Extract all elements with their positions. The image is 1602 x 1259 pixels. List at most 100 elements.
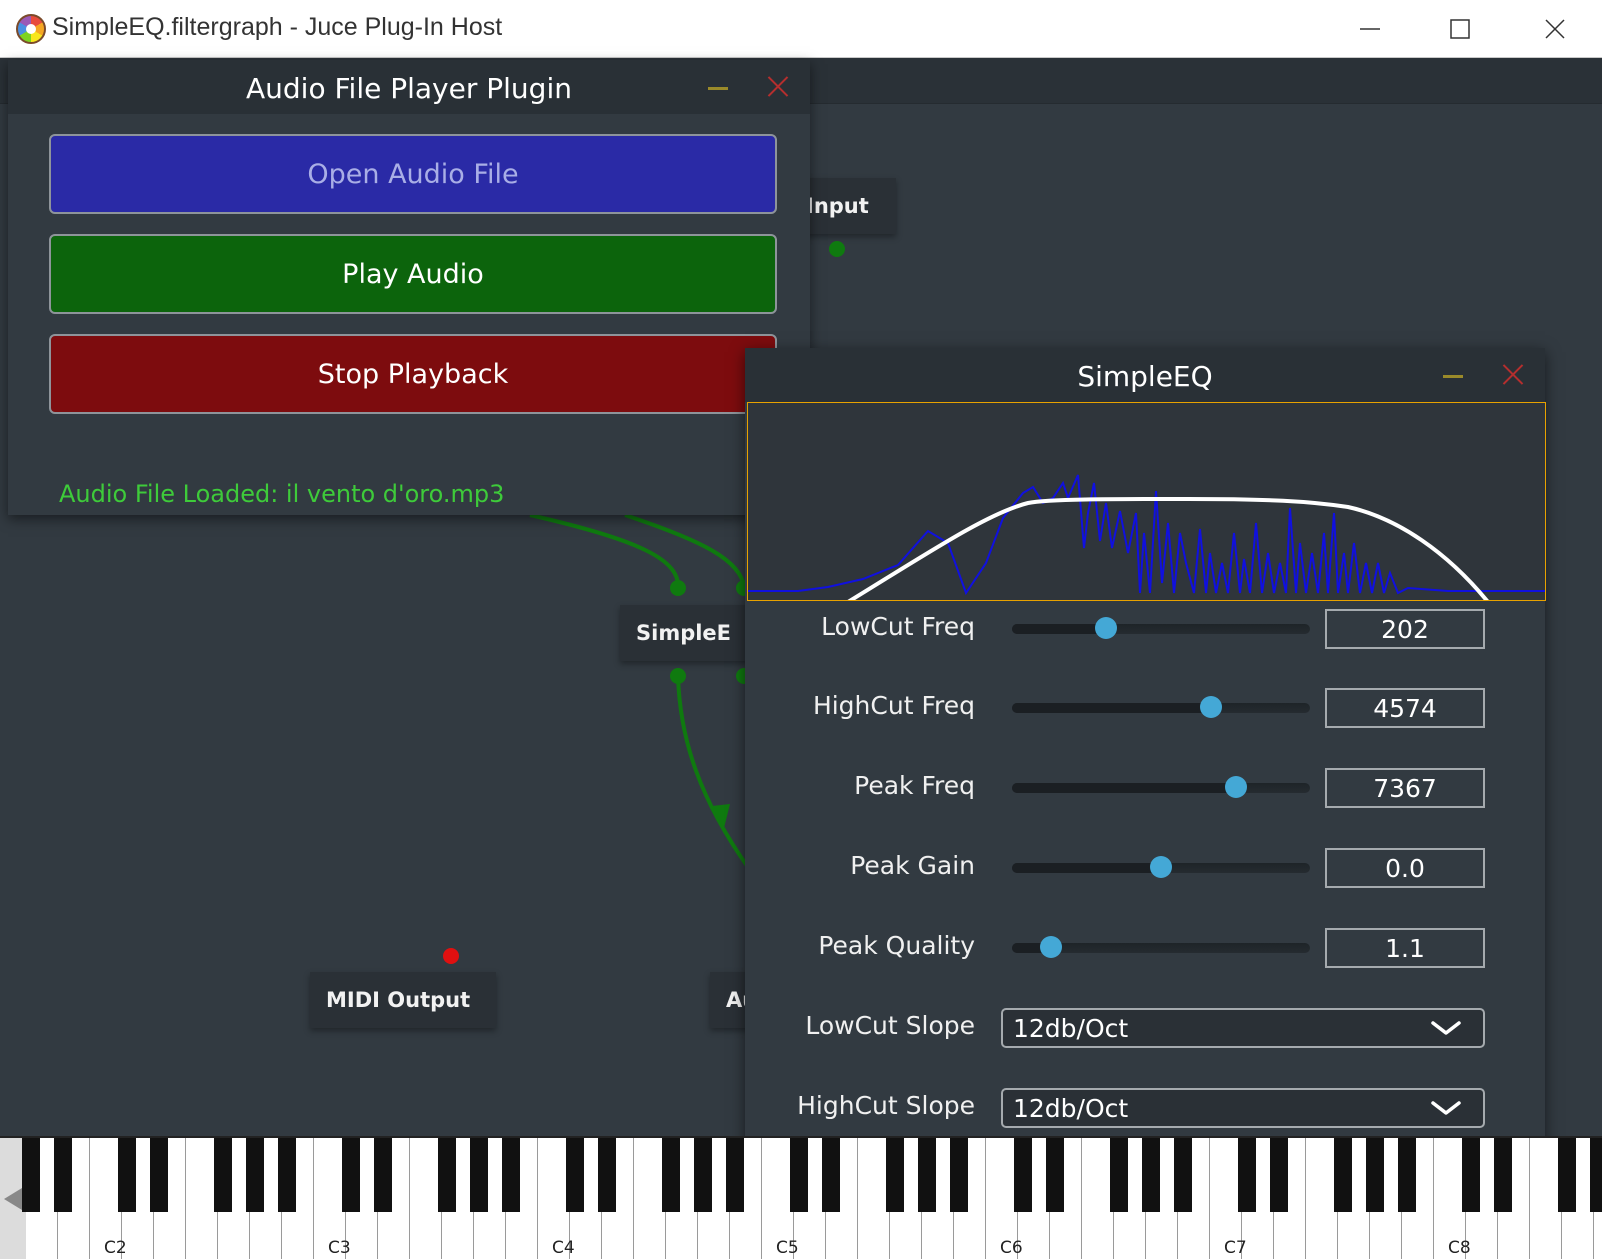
octave-label: C2 — [104, 1238, 127, 1258]
slider-peak-gain[interactable] — [1012, 856, 1310, 878]
piano-black-key[interactable] — [662, 1138, 680, 1212]
piano-black-key[interactable] — [790, 1138, 808, 1212]
slider-thumb[interactable] — [1039, 936, 1062, 958]
piano-black-key[interactable] — [1110, 1138, 1128, 1212]
piano-black-key[interactable] — [374, 1138, 392, 1212]
piano-black-key[interactable] — [150, 1138, 168, 1212]
audio-file-player-title: Audio File Player Plugin — [246, 72, 572, 105]
param-label-lowcut-slope: LowCut Slope — [805, 1011, 975, 1040]
piano-black-key[interactable] — [278, 1138, 296, 1212]
piano-black-key[interactable] — [822, 1138, 840, 1212]
simpleeq-node-label: SimpleE — [636, 621, 732, 645]
slider-fill — [1012, 703, 1211, 713]
piano-black-key[interactable] — [246, 1138, 264, 1212]
piano-black-key[interactable] — [470, 1138, 488, 1212]
param-label-lowcut-freq: LowCut Freq — [821, 612, 975, 641]
piano-black-key[interactable] — [214, 1138, 232, 1212]
piano-black-key[interactable] — [1366, 1138, 1384, 1212]
chevron-down-icon — [1431, 1101, 1461, 1115]
midi-output-pin[interactable] — [443, 948, 459, 964]
octave-label: C4 — [552, 1238, 575, 1258]
piano-black-key[interactable] — [1174, 1138, 1192, 1212]
piano-black-key[interactable] — [22, 1138, 40, 1212]
slider-thumb[interactable] — [1224, 776, 1247, 798]
octave-label: C7 — [1224, 1238, 1247, 1258]
piano-black-key[interactable] — [918, 1138, 936, 1212]
play-audio-button[interactable]: Play Audio — [49, 234, 777, 314]
eq-response-curve — [847, 496, 1489, 600]
audio-file-player-titlebar[interactable]: Audio File Player Plugin — [8, 60, 810, 114]
slider-peak-freq[interactable] — [1012, 776, 1310, 798]
slider-lowcut-freq[interactable] — [1012, 617, 1310, 639]
piano-black-key[interactable] — [886, 1138, 904, 1212]
midi-output-node-label: MIDI Output — [326, 988, 471, 1012]
value-box-lowcut-freq[interactable]: 202 — [1325, 609, 1485, 649]
scroll-left-icon — [4, 1188, 22, 1210]
piano-black-key[interactable] — [694, 1138, 712, 1212]
slider-peak-quality[interactable] — [1012, 936, 1310, 958]
param-label-peak-gain: Peak Gain — [850, 851, 975, 880]
piano-black-key[interactable] — [1558, 1138, 1576, 1212]
slider-highcut-freq[interactable] — [1012, 696, 1310, 718]
slider-thumb[interactable] — [1094, 617, 1117, 639]
input-output-pin[interactable] — [829, 241, 845, 257]
piano-black-key[interactable] — [598, 1138, 616, 1212]
piano-black-key[interactable] — [1462, 1138, 1480, 1212]
piano-black-key[interactable] — [1270, 1138, 1288, 1212]
piano-black-key[interactable] — [438, 1138, 456, 1212]
open-audio-file-button[interactable]: Open Audio File — [49, 134, 777, 214]
midi-keyboard[interactable]: C2 C3 C4 C5 C6 C7 C8 — [0, 1136, 1602, 1259]
value-box-highcut-freq[interactable]: 4574 — [1325, 688, 1485, 728]
simpleeq-input-pin-left[interactable] — [670, 580, 686, 596]
connection-wire — [624, 513, 746, 589]
octave-label: C5 — [776, 1238, 799, 1258]
piano-black-key[interactable] — [1494, 1138, 1512, 1212]
value-box-peak-quality[interactable]: 1.1 — [1325, 928, 1485, 968]
octave-label: C6 — [1000, 1238, 1023, 1258]
param-label-highcut-freq: HighCut Freq — [812, 691, 975, 720]
lowcut-slope-dropdown[interactable]: 12db/Oct — [1001, 1008, 1485, 1048]
slider-thumb[interactable] — [1150, 856, 1172, 878]
slider-fill — [1012, 624, 1106, 634]
slider-thumb[interactable] — [1199, 696, 1222, 718]
param-label-highcut-slope: HighCut Slope — [797, 1091, 975, 1120]
chevron-down-icon — [1431, 1021, 1461, 1035]
lowcut-slope-value: 12db/Oct — [1013, 1013, 1129, 1043]
midi-output-node[interactable]: MIDI Output — [310, 972, 496, 1028]
piano-black-key[interactable] — [1238, 1138, 1256, 1212]
simpleeq-node[interactable]: SimpleE — [620, 605, 750, 661]
highcut-slope-value: 12db/Oct — [1013, 1093, 1129, 1123]
piano-black-key[interactable] — [502, 1138, 520, 1212]
audio-input-node-label: Input — [806, 194, 869, 218]
plugin-close-icon[interactable] — [766, 74, 790, 98]
piano-black-key[interactable] — [1142, 1138, 1160, 1212]
value-box-peak-gain[interactable]: 0.0 — [1325, 848, 1485, 888]
piano-black-key[interactable] — [1014, 1138, 1032, 1212]
plugin-close-icon[interactable] — [1501, 362, 1525, 386]
piano-black-key[interactable] — [566, 1138, 584, 1212]
piano-black-key[interactable] — [54, 1138, 72, 1212]
simpleeq-title: SimpleEQ — [1077, 360, 1213, 393]
response-curve-svg — [748, 474, 1545, 600]
audio-file-loaded-status: Audio File Loaded: il vento d'oro.mp3 — [59, 480, 505, 508]
response-curve-display — [747, 402, 1546, 601]
piano-black-key[interactable] — [1334, 1138, 1352, 1212]
piano-black-key[interactable] — [950, 1138, 968, 1212]
audio-file-player-window: Audio File Player Plugin Open Audio File… — [8, 60, 810, 515]
piano-black-key[interactable] — [1046, 1138, 1064, 1212]
spectrum-analyzer-line — [748, 474, 1545, 596]
piano-black-key[interactable] — [118, 1138, 136, 1212]
highcut-slope-dropdown[interactable]: 12db/Oct — [1001, 1088, 1485, 1128]
value-box-peak-freq[interactable]: 7367 — [1325, 768, 1485, 808]
stop-playback-button[interactable]: Stop Playback — [49, 334, 777, 414]
simpleeq-window: SimpleEQ LowCut Freq 202 HighCut Freq 45… — [745, 348, 1546, 1203]
piano-black-key[interactable] — [342, 1138, 360, 1212]
piano-black-key[interactable] — [726, 1138, 744, 1212]
plugin-minimize-icon[interactable] — [1443, 375, 1463, 378]
param-label-peak-quality: Peak Quality — [818, 931, 975, 960]
piano-black-key[interactable] — [1398, 1138, 1416, 1212]
piano-black-key[interactable] — [1590, 1138, 1602, 1212]
simpleeq-titlebar[interactable]: SimpleEQ — [745, 348, 1545, 402]
simpleeq-output-pin-left[interactable] — [670, 668, 686, 684]
plugin-minimize-icon[interactable] — [708, 87, 728, 90]
